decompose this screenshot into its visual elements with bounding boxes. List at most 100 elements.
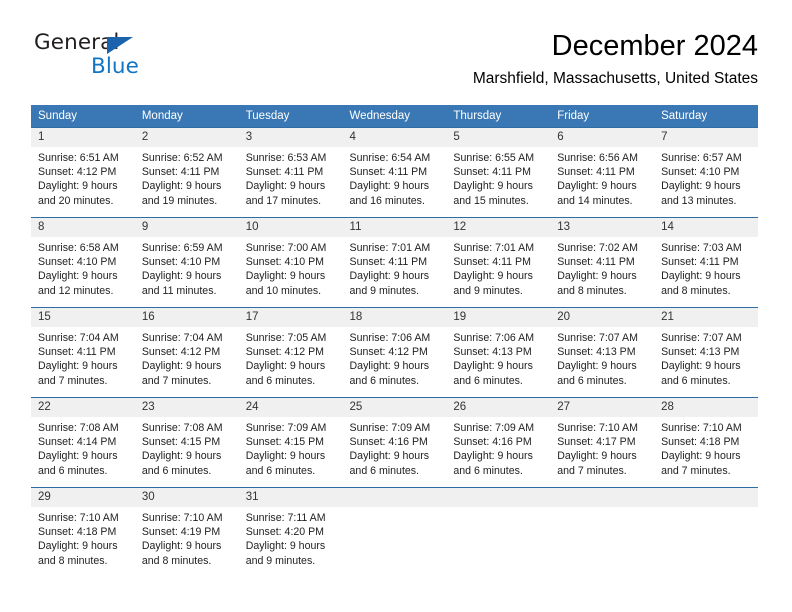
day-sunrise-text: Sunrise: 6:51 AM	[38, 152, 119, 164]
calendar-day-cell[interactable]: 19 Sunrise: 7:06 AM Sunset: 4:13 PM Dayligh…	[446, 307, 551, 398]
calendar-page: General Blue December 2024 Marshfield, M…	[0, 0, 792, 612]
day-cell-inner: 27 Sunrise: 7:10 AM Sunset: 4:17 PM Dayligh…	[550, 398, 655, 487]
day-details: Sunrise: 7:08 AM Sunset: 4:15 PM Daylight:…	[135, 417, 239, 478]
calendar-day-cell[interactable]: 9 Sunrise: 6:59 AM Sunset: 4:10 PM Daylight…	[134, 217, 239, 308]
calendar-day-cell[interactable]: 30 Sunrise: 7:10 AM Sunset: 4:19 PM Dayligh…	[134, 487, 239, 578]
day-cell-inner: 17 Sunrise: 7:05 AM Sunset: 4:12 PM Dayligh…	[238, 308, 343, 397]
day-number: 10	[238, 218, 343, 237]
day-daylight-cont-text: and 11 minutes.	[141, 284, 217, 297]
day-details: Sunrise: 7:01 AM Sunset: 4:11 PM Daylight:…	[446, 237, 550, 298]
day-daylight-cont-text: and 10 minutes.	[245, 284, 322, 297]
calendar-day-cell[interactable]: 28 Sunrise: 7:10 AM Sunset: 4:18 PM Dayligh…	[654, 397, 758, 488]
day-daylight-cont-text: and 6 minutes.	[245, 374, 316, 387]
calendar-day-cell[interactable]: 31 Sunrise: 7:11 AM Sunset: 4:20 PM Dayligh…	[238, 487, 343, 578]
calendar-day-cell[interactable]: 29 Sunrise: 7:10 AM Sunset: 4:18 PM Dayligh…	[31, 487, 135, 578]
weekday-header-monday: Monday	[134, 105, 239, 128]
day-daylight-cont-text: and 9 minutes.	[349, 284, 420, 297]
calendar-day-cell[interactable]: 21 Sunrise: 7:07 AM Sunset: 4:13 PM Dayligh…	[654, 307, 758, 398]
calendar-week-row: 29 Sunrise: 7:10 AM Sunset: 4:18 PM Dayligh…	[31, 487, 758, 578]
calendar-day-cell[interactable]: 25 Sunrise: 7:09 AM Sunset: 4:16 PM Dayligh…	[342, 397, 447, 488]
day-cell-inner: 7 Sunrise: 6:57 AM Sunset: 4:10 PM Daylight…	[654, 128, 758, 217]
weekday-header-thursday: Thursday	[446, 105, 551, 128]
day-sunrise-text: Sunrise: 7:10 AM	[141, 512, 223, 524]
day-number: 18	[342, 308, 447, 327]
day-number: 21	[654, 308, 758, 327]
day-cell-inner: 1 Sunrise: 6:51 AM Sunset: 4:12 PM Daylight…	[31, 128, 135, 217]
day-details: Sunrise: 6:56 AM Sunset: 4:11 PM Daylight:…	[550, 147, 654, 208]
calendar-day-cell[interactable]: 22 Sunrise: 7:08 AM Sunset: 4:14 PM Dayligh…	[31, 397, 135, 488]
day-daylight-text: Daylight: 9 hours	[245, 180, 326, 193]
day-daylight-cont-text: and 6 minutes.	[453, 464, 523, 477]
triangle-icon	[107, 37, 133, 54]
day-sunset-text: Sunset: 4:13 PM	[661, 346, 740, 359]
day-sunset-text: Sunset: 4:11 PM	[557, 166, 635, 179]
calendar-day-cell[interactable]: 15 Sunrise: 7:04 AM Sunset: 4:11 PM Dayligh…	[31, 307, 135, 398]
day-details	[446, 507, 550, 511]
day-sunset-text: Sunset: 4:18 PM	[38, 526, 117, 539]
calendar-day-cell[interactable]: 18 Sunrise: 7:06 AM Sunset: 4:12 PM Dayligh…	[342, 307, 447, 398]
calendar-day-cell[interactable]: 1 Sunrise: 6:51 AM Sunset: 4:12 PM Daylight…	[31, 127, 135, 218]
day-sunset-text: Sunset: 4:16 PM	[453, 436, 532, 449]
day-daylight-cont-text: and 9 minutes.	[245, 554, 316, 567]
calendar-day-cell[interactable]: 3 Sunrise: 6:53 AM Sunset: 4:11 PM Daylight…	[238, 127, 343, 218]
calendar-grid: Sunday Monday Tuesday Wednesday Thursday…	[31, 105, 758, 578]
day-sunrise-text: Sunrise: 7:07 AM	[661, 332, 742, 344]
calendar-day-cell[interactable]: 27 Sunrise: 7:10 AM Sunset: 4:17 PM Dayligh…	[550, 397, 655, 488]
day-daylight-cont-text: and 6 minutes.	[349, 464, 420, 477]
day-number: 7	[654, 128, 758, 147]
calendar-day-cell[interactable]: 10 Sunrise: 7:00 AM Sunset: 4:10 PM Dayligh…	[238, 217, 343, 308]
calendar-day-cell[interactable]: 12 Sunrise: 7:01 AM Sunset: 4:11 PM Dayligh…	[446, 217, 551, 308]
calendar-day-cell[interactable]: 16 Sunrise: 7:04 AM Sunset: 4:12 PM Dayligh…	[134, 307, 239, 398]
calendar-day-cell[interactable]: 2 Sunrise: 6:52 AM Sunset: 4:11 PM Daylight…	[134, 127, 239, 218]
calendar-day-cell[interactable]: 5 Sunrise: 6:55 AM Sunset: 4:11 PM Daylight…	[446, 127, 551, 218]
day-sunset-text: Sunset: 4:13 PM	[557, 346, 636, 359]
calendar-day-cell[interactable]: 24 Sunrise: 7:09 AM Sunset: 4:15 PM Dayligh…	[238, 397, 343, 488]
day-number	[550, 488, 655, 507]
day-sunrise-text: Sunrise: 7:09 AM	[245, 422, 327, 434]
day-daylight-cont-text: and 7 minutes.	[38, 374, 108, 387]
day-details: Sunrise: 7:07 AM Sunset: 4:13 PM Daylight:…	[654, 327, 758, 388]
day-sunset-text: Sunset: 4:10 PM	[661, 166, 740, 179]
day-number: 31	[238, 488, 343, 507]
calendar-day-cell[interactable]: 6 Sunrise: 6:56 AM Sunset: 4:11 PM Daylight…	[550, 127, 655, 218]
day-cell-inner: 25 Sunrise: 7:09 AM Sunset: 4:16 PM Dayligh…	[342, 398, 447, 487]
day-sunrise-text: Sunrise: 6:53 AM	[245, 152, 327, 164]
day-details: Sunrise: 7:06 AM Sunset: 4:13 PM Daylight:…	[446, 327, 550, 388]
day-sunset-text: Sunset: 4:20 PM	[245, 526, 325, 539]
day-cell-inner: 21 Sunrise: 7:07 AM Sunset: 4:13 PM Dayligh…	[654, 308, 758, 397]
day-number: 12	[446, 218, 551, 237]
day-details: Sunrise: 7:09 AM Sunset: 4:15 PM Daylight:…	[239, 417, 343, 478]
day-sunrise-text: Sunrise: 6:52 AM	[141, 152, 223, 164]
day-number	[446, 488, 551, 507]
day-sunrise-text: Sunrise: 6:57 AM	[661, 152, 742, 164]
calendar-day-cell[interactable]: 26 Sunrise: 7:09 AM Sunset: 4:16 PM Dayligh…	[446, 397, 551, 488]
calendar-day-cell[interactable]: 4 Sunrise: 6:54 AM Sunset: 4:11 PM Daylight…	[342, 127, 447, 218]
day-details: Sunrise: 6:57 AM Sunset: 4:10 PM Daylight:…	[654, 147, 758, 208]
day-details	[550, 507, 654, 511]
calendar-day-cell[interactable]: 23 Sunrise: 7:08 AM Sunset: 4:15 PM Dayligh…	[134, 397, 239, 488]
day-number: 4	[342, 128, 447, 147]
calendar-day-cell[interactable]: 11 Sunrise: 7:01 AM Sunset: 4:11 PM Dayligh…	[342, 217, 447, 308]
day-sunset-text: Sunset: 4:12 PM	[349, 346, 428, 359]
calendar-day-cell[interactable]: 17 Sunrise: 7:05 AM Sunset: 4:12 PM Dayligh…	[238, 307, 343, 398]
day-daylight-cont-text: and 6 minutes.	[349, 374, 420, 387]
calendar-week-row: 15 Sunrise: 7:04 AM Sunset: 4:11 PM Dayligh…	[31, 307, 758, 398]
calendar-day-cell[interactable]: 14 Sunrise: 7:03 AM Sunset: 4:11 PM Dayligh…	[654, 217, 758, 308]
day-cell-inner: 26 Sunrise: 7:09 AM Sunset: 4:16 PM Dayligh…	[446, 398, 551, 487]
day-number	[342, 488, 447, 507]
day-sunset-text: Sunset: 4:11 PM	[141, 166, 220, 179]
day-details: Sunrise: 6:53 AM Sunset: 4:11 PM Daylight:…	[239, 147, 343, 208]
calendar-day-cell[interactable]: 8 Sunrise: 6:58 AM Sunset: 4:10 PM Daylight…	[31, 217, 135, 308]
day-sunset-text: Sunset: 4:11 PM	[349, 166, 428, 179]
calendar-day-cell[interactable]: 20 Sunrise: 7:07 AM Sunset: 4:13 PM Dayligh…	[550, 307, 655, 398]
calendar-day-cell[interactable]: 7 Sunrise: 6:57 AM Sunset: 4:10 PM Daylight…	[654, 127, 758, 218]
day-daylight-cont-text: and 6 minutes.	[245, 464, 316, 477]
calendar-day-cell[interactable]: 13 Sunrise: 7:02 AM Sunset: 4:11 PM Dayligh…	[550, 217, 655, 308]
day-number: 14	[654, 218, 758, 237]
day-cell-inner: 2 Sunrise: 6:52 AM Sunset: 4:11 PM Daylight…	[134, 128, 239, 217]
day-details: Sunrise: 6:55 AM Sunset: 4:11 PM Daylight:…	[446, 147, 550, 208]
weekday-header-row: Sunday Monday Tuesday Wednesday Thursday…	[31, 105, 758, 128]
day-cell-inner: 13 Sunrise: 7:02 AM Sunset: 4:11 PM Dayligh…	[550, 218, 655, 307]
day-daylight-text: Daylight: 9 hours	[141, 450, 222, 463]
day-number: 3	[238, 128, 343, 147]
